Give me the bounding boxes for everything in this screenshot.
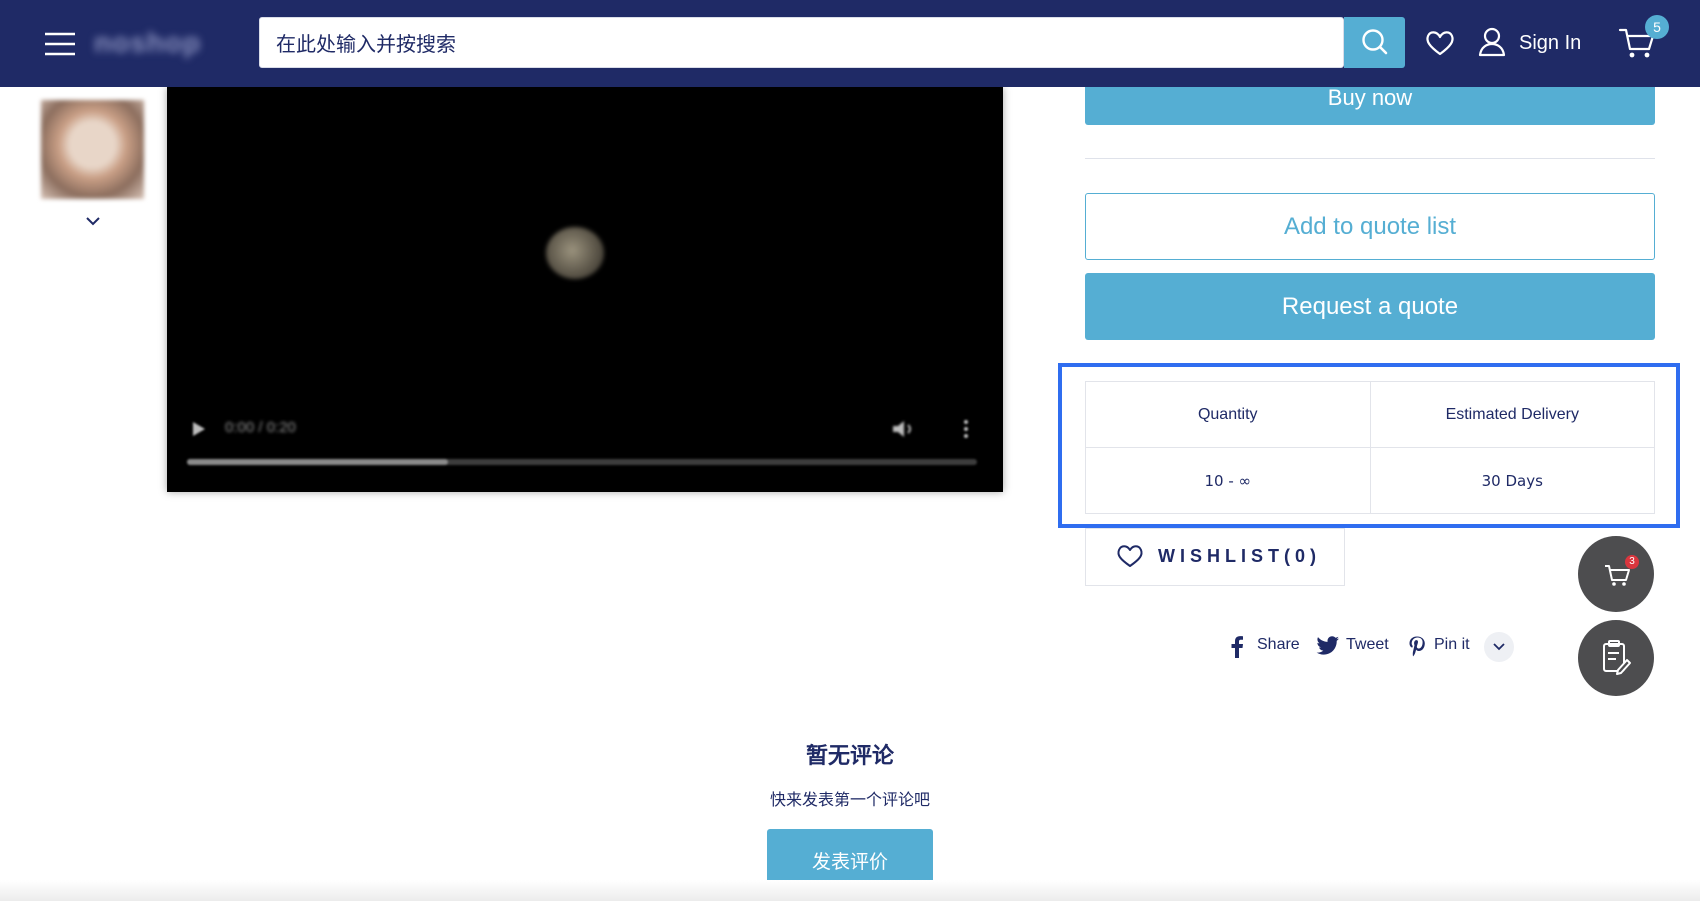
twitter-icon bbox=[1316, 636, 1339, 655]
volume-icon[interactable] bbox=[891, 418, 917, 440]
reviews-title: 暂无评论 bbox=[805, 744, 894, 769]
share-label: Share bbox=[1257, 636, 1300, 653]
menu-icon[interactable] bbox=[42, 26, 78, 62]
quote-cart-icon bbox=[1605, 565, 1630, 586]
search-icon bbox=[1362, 29, 1388, 55]
wishlist-header-button[interactable] bbox=[1424, 27, 1456, 59]
table-row: 10 - ∞ 30 Days bbox=[1085, 447, 1655, 514]
wishlist-button[interactable]: WISHLIST(0) bbox=[1085, 528, 1345, 586]
table-cell-delivery: 30 Days bbox=[1369, 447, 1655, 514]
heart-icon bbox=[1116, 543, 1144, 569]
share-pinterest-link[interactable]: Pin it bbox=[1408, 632, 1474, 662]
product-thumbnail[interactable] bbox=[41, 100, 144, 199]
table-header-quantity: Quantity bbox=[1085, 381, 1371, 448]
play-icon[interactable] bbox=[191, 420, 207, 438]
video-progress-fill bbox=[187, 459, 448, 465]
table-header-delivery: Estimated Delivery bbox=[1369, 381, 1655, 448]
more-options-icon[interactable] bbox=[962, 418, 970, 440]
quote-cart-count-badge: 3 bbox=[1625, 555, 1639, 569]
table-cell-quantity: 10 - ∞ bbox=[1085, 447, 1371, 514]
wishlist-label: WISHLIST(0) bbox=[1158, 546, 1321, 566]
video-frame-moon bbox=[546, 227, 604, 279]
user-icon[interactable] bbox=[1477, 26, 1507, 58]
quote-cart-float-button[interactable]: 3 bbox=[1578, 536, 1654, 612]
share-facebook-link[interactable]: Share bbox=[1230, 632, 1300, 662]
reviews-subtitle: 快来发表第一个评论吧 bbox=[769, 790, 930, 809]
quote-form-float-button[interactable] bbox=[1578, 620, 1654, 696]
request-quote-button[interactable]: Request a quote bbox=[1085, 273, 1655, 340]
page-bottom-edge bbox=[0, 880, 1700, 901]
delivery-table: Quantity Estimated Delivery 10 - ∞ 30 Da… bbox=[1085, 381, 1655, 514]
pin-label: Pin it bbox=[1434, 636, 1470, 653]
table-header-row: Quantity Estimated Delivery bbox=[1085, 381, 1655, 448]
tweet-label: Tweet bbox=[1346, 636, 1389, 653]
video-progress-bar[interactable] bbox=[187, 459, 977, 465]
cart-count-badge: 5 bbox=[1645, 15, 1669, 39]
pinterest-icon bbox=[1409, 636, 1425, 657]
share-more-button[interactable] bbox=[1484, 632, 1514, 662]
site-logo[interactable]: noshop bbox=[94, 27, 224, 59]
divider bbox=[1085, 158, 1655, 159]
video-time: 0:00 / 0:20 bbox=[225, 419, 296, 436]
share-twitter-link[interactable]: Tweet bbox=[1316, 632, 1392, 662]
search-button[interactable] bbox=[1344, 17, 1405, 68]
site-header: noshop Sign In 5 bbox=[0, 0, 1700, 87]
product-video[interactable]: 0:00 / 0:20 bbox=[167, 87, 1003, 492]
facebook-icon bbox=[1231, 636, 1243, 658]
search-input[interactable] bbox=[274, 18, 1328, 69]
sign-in-link[interactable]: Sign In bbox=[1519, 28, 1581, 58]
clipboard-edit-icon bbox=[1603, 640, 1631, 675]
heart-icon bbox=[1426, 31, 1454, 56]
chevron-down-icon[interactable] bbox=[84, 214, 102, 228]
search-box bbox=[259, 17, 1344, 69]
add-to-quote-list-button[interactable]: Add to quote list bbox=[1085, 193, 1655, 260]
chevron-down-icon bbox=[1493, 643, 1505, 651]
